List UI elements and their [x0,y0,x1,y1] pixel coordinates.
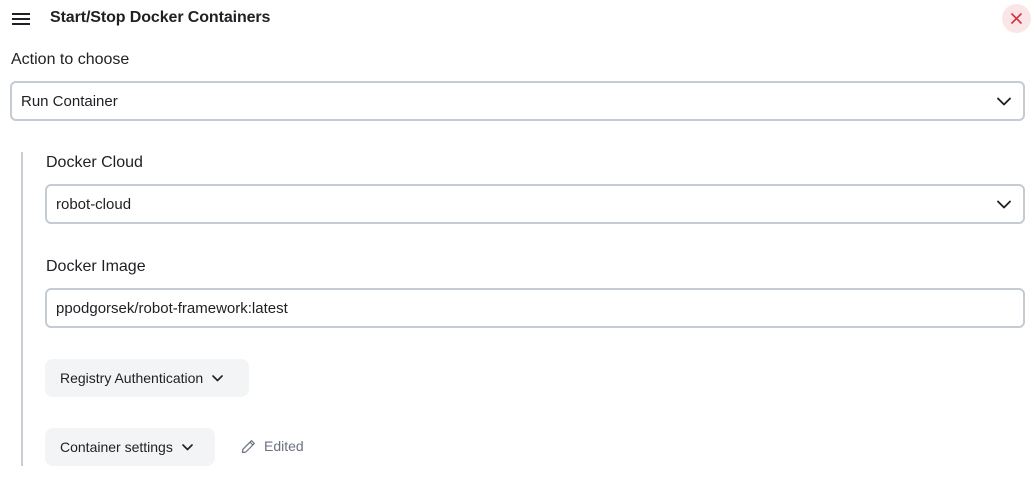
pencil-icon [241,439,255,453]
container-settings-toggle[interactable]: Container settings [45,428,215,466]
chevron-down-icon [212,374,224,381]
docker-cloud-select[interactable]: robot-cloud [45,184,1025,224]
chevron-down-icon [182,443,193,450]
docker-image-label: Docker Image [46,258,146,275]
action-select[interactable]: Run Container [10,81,1025,121]
action-label: Action to choose [11,51,130,68]
chevron-down-icon [997,97,1011,105]
close-button[interactable] [1002,4,1031,33]
close-icon [1011,13,1022,24]
section-title: Start/Stop Docker Containers [50,9,271,26]
registry-authentication-toggle[interactable]: Registry Authentication [45,359,249,397]
docker-image-value: ppodgorsek/robot-framework:latest [56,299,288,317]
registry-authentication-label: Registry Authentication [60,370,204,386]
container-settings-label: Container settings [60,439,173,455]
edited-label: Edited [264,438,304,454]
nested-section-indicator [21,152,23,466]
docker-step-panel: Start/Stop Docker Containers Action to c… [0,0,1035,499]
action-selected-value: Run Container [21,92,118,110]
docker-cloud-label: Docker Cloud [46,154,143,171]
edited-indicator: Edited [241,438,304,454]
docker-image-input[interactable]: ppodgorsek/robot-framework:latest [45,288,1025,328]
section-header: Start/Stop Docker Containers [0,0,1035,40]
hamburger-menu-icon[interactable] [12,11,30,27]
chevron-down-icon [997,200,1011,208]
docker-cloud-selected-value: robot-cloud [56,195,132,213]
